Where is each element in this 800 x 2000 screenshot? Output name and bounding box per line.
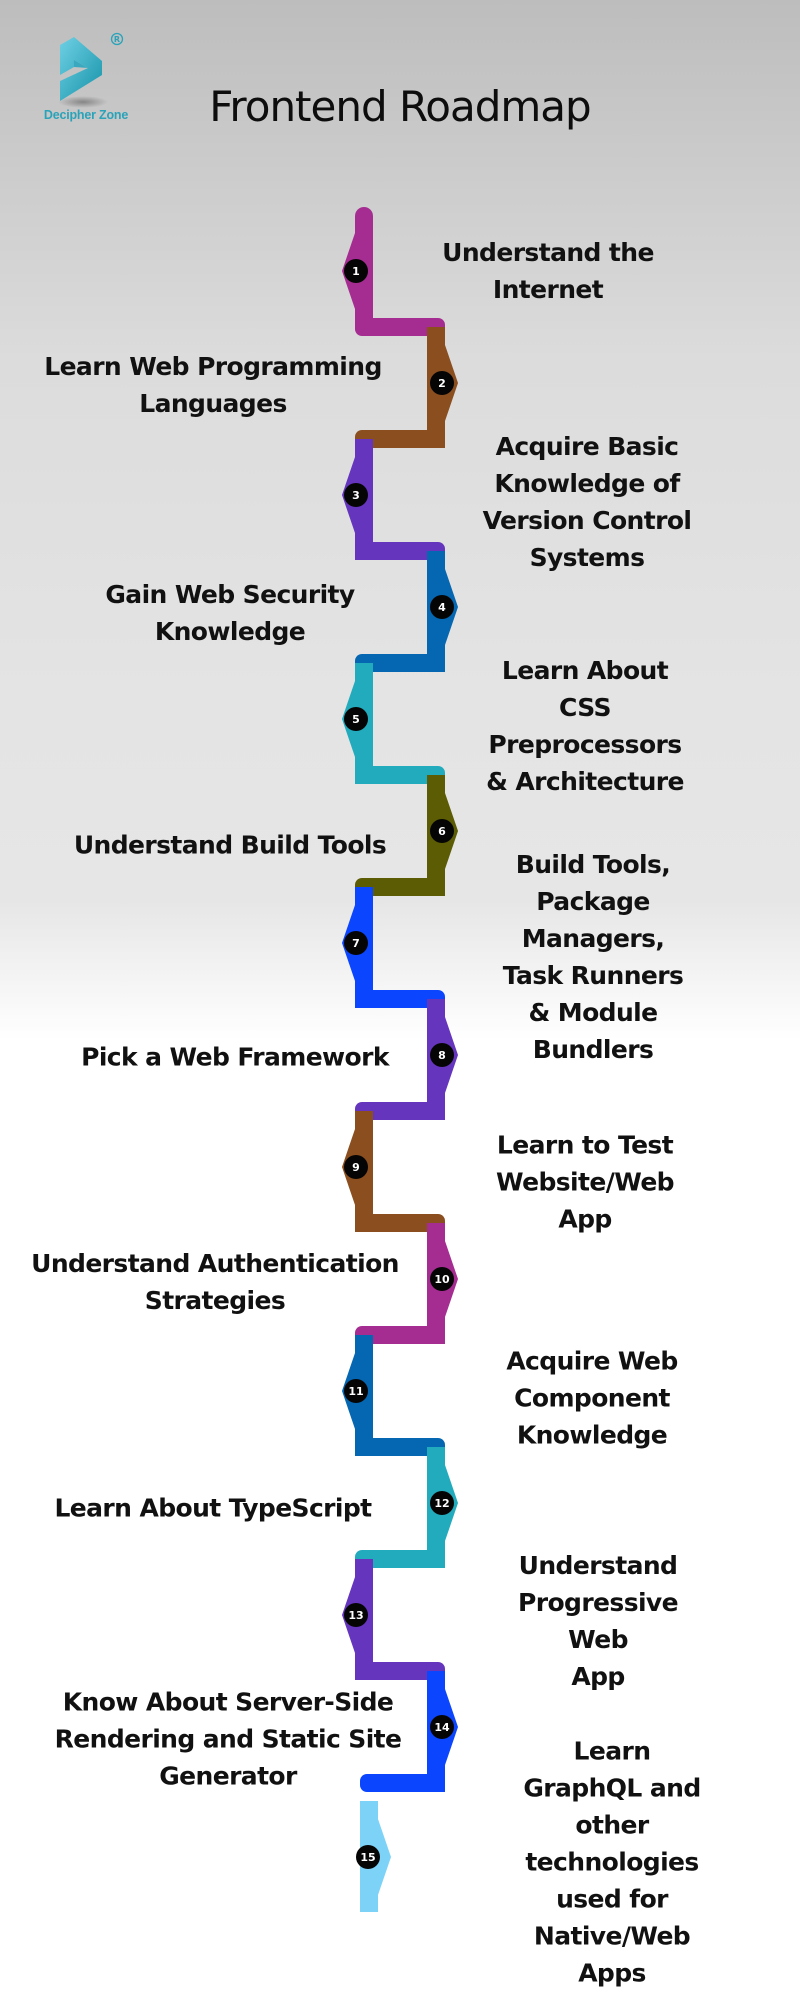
roadmap-step-15: 15 <box>356 1801 391 1912</box>
step-number: 8 <box>438 1049 446 1062</box>
step-number: 5 <box>352 713 360 726</box>
step-label: Learn About CSS Preprocessors & Architec… <box>486 656 684 796</box>
step-label: Know About Server-Side Rendering and Sta… <box>54 1687 402 1791</box>
step-number: 2 <box>438 377 446 390</box>
step-number: 4 <box>438 601 446 614</box>
step-label: Learn Web Programming Languages <box>44 352 382 418</box>
roadmap-step-4: 4 <box>355 551 458 672</box>
step-label: Gain Web Security Knowledge <box>105 580 355 646</box>
step-number: 13 <box>348 1609 363 1622</box>
step-number: 7 <box>352 937 360 950</box>
step-label: Understand Authentication Strategies <box>31 1249 399 1315</box>
roadmap-step-3: 3 <box>342 439 445 560</box>
step-label: Understand the Internet <box>442 238 654 304</box>
step-number: 1 <box>352 265 360 278</box>
step-number: 14 <box>434 1721 450 1734</box>
roadmap-step-7: 7 <box>342 887 445 1008</box>
step-label: Learn GraphQL and other technologies use… <box>523 1736 701 1988</box>
roadmap-step-13: 13 <box>342 1559 445 1680</box>
step-number: 11 <box>348 1385 363 1398</box>
step-number: 3 <box>352 489 360 502</box>
step-label: Understand Progressive Web App <box>518 1551 679 1691</box>
roadmap-step-9: 9 <box>342 1111 445 1232</box>
step-label: Understand Build Tools <box>73 830 387 860</box>
step-number: 12 <box>434 1497 449 1510</box>
roadmap-step-5: 5 <box>342 663 445 784</box>
step-number: 10 <box>434 1273 450 1286</box>
step-number: 6 <box>438 825 446 838</box>
step-label: Build Tools, Package Managers, Task Runn… <box>502 850 684 1064</box>
step-label: Pick a Web Framework <box>81 1042 389 1072</box>
step-label: Acquire Basic Knowledge of Version Contr… <box>482 432 692 572</box>
step-number: 9 <box>352 1161 360 1174</box>
step-label: Learn to Test Website/Web App <box>496 1130 675 1234</box>
step-label: Learn About TypeScript <box>54 1493 372 1523</box>
step-label: Acquire Web Component Knowledge <box>506 1346 678 1450</box>
step-number: 15 <box>360 1851 375 1864</box>
roadmap-step-11: 11 <box>342 1335 445 1456</box>
